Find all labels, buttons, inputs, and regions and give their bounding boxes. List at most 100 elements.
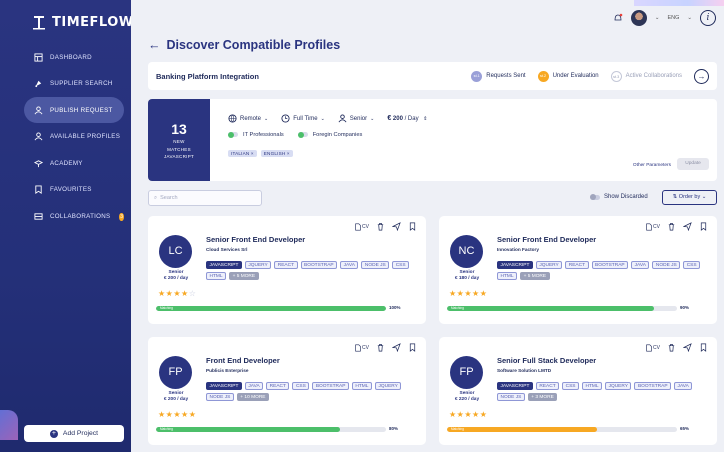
- filter-panel: 13 NEW MATCHES JAVASCRIPT Remote ⌄ Full T…: [148, 99, 717, 181]
- stars-filled: ★★★★★: [158, 410, 197, 419]
- sidebar-item-academy[interactable]: ACADEMY: [24, 150, 124, 176]
- bookmark-icon[interactable]: [699, 343, 708, 352]
- search-placeholder: Search: [160, 195, 178, 201]
- job-title: Senior Front End Developer: [206, 235, 306, 244]
- skill-tag: + 3 MORE: [527, 393, 558, 401]
- next-arrow-button[interactable]: →: [694, 68, 709, 84]
- chip-italian[interactable]: ITALIAN ×: [228, 150, 257, 157]
- arrow-right-icon: →: [697, 71, 706, 81]
- rating-stars: ★★★★★: [449, 289, 487, 298]
- trash-icon[interactable]: [376, 222, 385, 231]
- bookmark-icon[interactable]: [699, 222, 708, 231]
- skill-tag: CSS: [392, 261, 410, 269]
- search-input[interactable]: ⌕ Search: [148, 190, 262, 206]
- sidebar-item-available-profiles[interactable]: AVAILABLE PROFILES: [24, 124, 124, 150]
- time-value: Full Time: [293, 116, 318, 123]
- it-professionals-toggle[interactable]: IT Professionals: [228, 131, 284, 138]
- app-logo[interactable]: TIMEFLOW: [32, 15, 131, 30]
- skill-tag: NODE JS: [206, 393, 234, 401]
- skill-tag: + 5 MORE: [229, 272, 259, 280]
- toggle-label: Foregin Companies: [312, 132, 363, 138]
- bookmark-icon[interactable]: [408, 222, 417, 231]
- language-chips: ITALIAN × ENGLISH ×: [228, 150, 293, 157]
- add-project-button[interactable]: + Add Project: [24, 425, 124, 442]
- sidebar-item-publish-request[interactable]: PUBLISH REQUEST: [24, 97, 124, 124]
- foreign-companies-toggle[interactable]: Foregin Companies: [297, 131, 363, 138]
- cv-download-icon[interactable]: CV: [645, 222, 660, 231]
- profile-card[interactable]: CV FP Senior € 200 / day ★★★★★ Front End Deve…: [148, 337, 426, 445]
- work-mode-select[interactable]: Remote ⌄: [228, 114, 268, 123]
- rate-stepper[interactable]: € 200 / Day ⇕: [387, 115, 427, 122]
- project-bar: Banking Platform Integration st.1 Reques…: [148, 62, 717, 90]
- sidebar-item-collaborations[interactable]: COLLABORATIONS 3: [24, 204, 124, 230]
- status-requests-sent[interactable]: st.1 Requests Sent: [471, 70, 526, 82]
- globe-icon: [228, 114, 237, 123]
- profile-card[interactable]: CV NC Senior € 180 / day ★★★★★ Senior Front E…: [439, 216, 717, 324]
- profile-initials-avatar: LC: [159, 235, 192, 268]
- send-icon[interactable]: [683, 343, 692, 352]
- chip-english[interactable]: ENGLISH ×: [260, 150, 293, 157]
- time-select[interactable]: Full Time ⌄: [281, 114, 325, 123]
- cv-download-icon[interactable]: CV: [354, 222, 369, 231]
- skill-tag: JQUERY: [605, 382, 632, 390]
- language-chevron-icon[interactable]: ⌄: [687, 15, 692, 21]
- send-icon[interactable]: [392, 343, 401, 352]
- search-icon: ⌕: [154, 194, 158, 201]
- send-icon[interactable]: [683, 222, 692, 231]
- profile-rate: Senior € 200 / day: [155, 391, 197, 403]
- status-under-evaluation[interactable]: st.2 Under Evaluation: [537, 70, 599, 82]
- info-button[interactable]: i: [700, 10, 716, 26]
- profile-rate: Senior € 180 / day: [446, 270, 488, 282]
- cv-download-icon[interactable]: CV: [645, 343, 660, 352]
- show-discarded-toggle[interactable]: Show Discarded: [590, 194, 648, 200]
- send-icon[interactable]: [392, 222, 401, 231]
- skill-tag: REACT: [274, 261, 298, 269]
- people-icon: [34, 132, 43, 141]
- skill-tag: HTML: [351, 382, 372, 390]
- skill-tag: HTML: [206, 272, 227, 280]
- toggle-switch: [590, 194, 600, 200]
- trash-icon[interactable]: [667, 222, 676, 231]
- status-active-collaborations[interactable]: st.3 Active Collaborations: [610, 70, 682, 82]
- profile-card[interactable]: CV FP Senior € 220 / day ★★★★★ Senior Full St…: [439, 337, 717, 445]
- bookmark-icon[interactable]: [408, 343, 417, 352]
- matching-bar: Matching: [447, 306, 677, 311]
- status-marker: st.3: [610, 70, 622, 82]
- academy-icon: [34, 160, 43, 167]
- bell-icon[interactable]: [613, 13, 623, 23]
- sidebar-item-supplier-search[interactable]: SUPPLIER SEARCH: [24, 71, 124, 97]
- company-name: Innovation Factory: [497, 247, 539, 252]
- seniority-select[interactable]: Senior ⌄: [338, 114, 374, 123]
- language-selector[interactable]: ENG: [667, 15, 679, 21]
- sort-icon: ⇅: [672, 194, 678, 200]
- trash-icon[interactable]: [376, 343, 385, 352]
- header-decoration: [634, 0, 724, 6]
- avatar-chevron-icon[interactable]: ⌄: [655, 15, 660, 21]
- profile-card[interactable]: CV LC Senior € 200 / day ★★★★☆ Senior Front E…: [148, 216, 426, 324]
- work-mode-value: Remote: [240, 116, 262, 123]
- profile-rate: Senior € 200 / day: [155, 270, 197, 282]
- toggle-switch: [297, 131, 308, 138]
- skill-tag: NODE JS: [652, 261, 681, 269]
- bookmark-icon: [35, 185, 42, 195]
- job-title: Senior Full Stack Developer: [497, 356, 597, 365]
- order-by-button[interactable]: ⇅ Order by ⌄: [662, 190, 717, 205]
- status-label: Requests Sent: [486, 73, 526, 79]
- matches-label-3: JAVASCRIPT: [163, 154, 195, 159]
- user-avatar[interactable]: [630, 10, 647, 26]
- other-parameters-link[interactable]: Other Parameters: [633, 163, 671, 168]
- sidebar-item-favourites[interactable]: FAVOURITES: [24, 177, 124, 203]
- plus-icon: +: [49, 429, 58, 438]
- skill-tag: BOOTSTRAP: [312, 382, 349, 390]
- app-name: TIMEFLOW: [52, 15, 131, 30]
- matches-counter: 13 NEW MATCHES JAVASCRIPT: [148, 99, 210, 181]
- card-actions: CV: [645, 343, 708, 352]
- skill-tag: JAVASCRIPT: [497, 261, 533, 269]
- back-arrow-icon[interactable]: ←: [148, 38, 161, 52]
- chevron-down-icon: ⌄: [264, 116, 269, 123]
- update-button[interactable]: Update: [677, 158, 709, 170]
- cv-download-icon[interactable]: CV: [354, 343, 369, 352]
- sidebar-item-dashboard[interactable]: DASHBOARD: [24, 44, 124, 70]
- trash-icon[interactable]: [667, 343, 676, 352]
- matching-bar-fill: Matching: [156, 306, 386, 311]
